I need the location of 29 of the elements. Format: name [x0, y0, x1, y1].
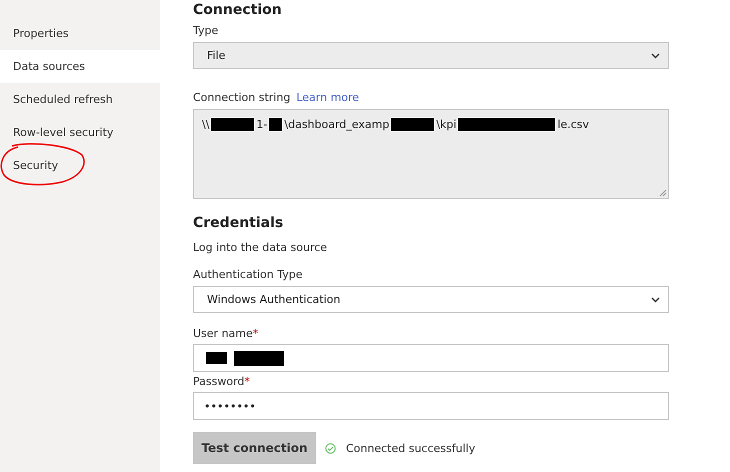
learn-more-link[interactable]: Learn more	[296, 91, 360, 104]
username-field[interactable]	[193, 344, 669, 372]
section-heading: Connection	[193, 2, 283, 18]
sidebar-item[interactable]: Properties	[0, 17, 160, 50]
field-label: Type	[193, 24, 218, 37]
field-label: User name*	[193, 327, 258, 340]
sidebar-item[interactable]: Scheduled refresh	[0, 83, 160, 116]
connection-string-field[interactable]: \\ 1- \dashboard_examp \kpi le.csv	[193, 109, 669, 199]
password-field[interactable]: ••••••••	[193, 392, 669, 420]
redaction-bar	[234, 350, 284, 366]
redaction-bar	[211, 118, 254, 131]
redaction-bar	[269, 118, 282, 131]
field-label: Connection string	[193, 91, 290, 104]
resize-grip-icon	[659, 189, 667, 197]
section-heading: Credentials	[193, 215, 284, 231]
subtitle: Log into the data source	[193, 241, 328, 254]
test-connection-button[interactable]: Test connection	[193, 432, 316, 464]
sidebar-item[interactable]: Data sources	[0, 50, 160, 83]
redaction-bar	[206, 352, 227, 364]
chevron-down-icon	[651, 296, 660, 302]
status-text: Connected successfully	[346, 442, 476, 454]
sidebar-item[interactable]: Row-level security	[0, 116, 160, 149]
type-dropdown[interactable]: File	[193, 42, 669, 69]
chevron-down-icon	[651, 52, 660, 58]
authentication-dropdown[interactable]: Windows Authentication	[193, 286, 669, 313]
field-label: Password*	[193, 375, 250, 388]
redaction-bar	[391, 118, 434, 131]
sidebar-item[interactable]: Security	[0, 149, 160, 182]
field-label: Authentication Type	[193, 268, 303, 281]
